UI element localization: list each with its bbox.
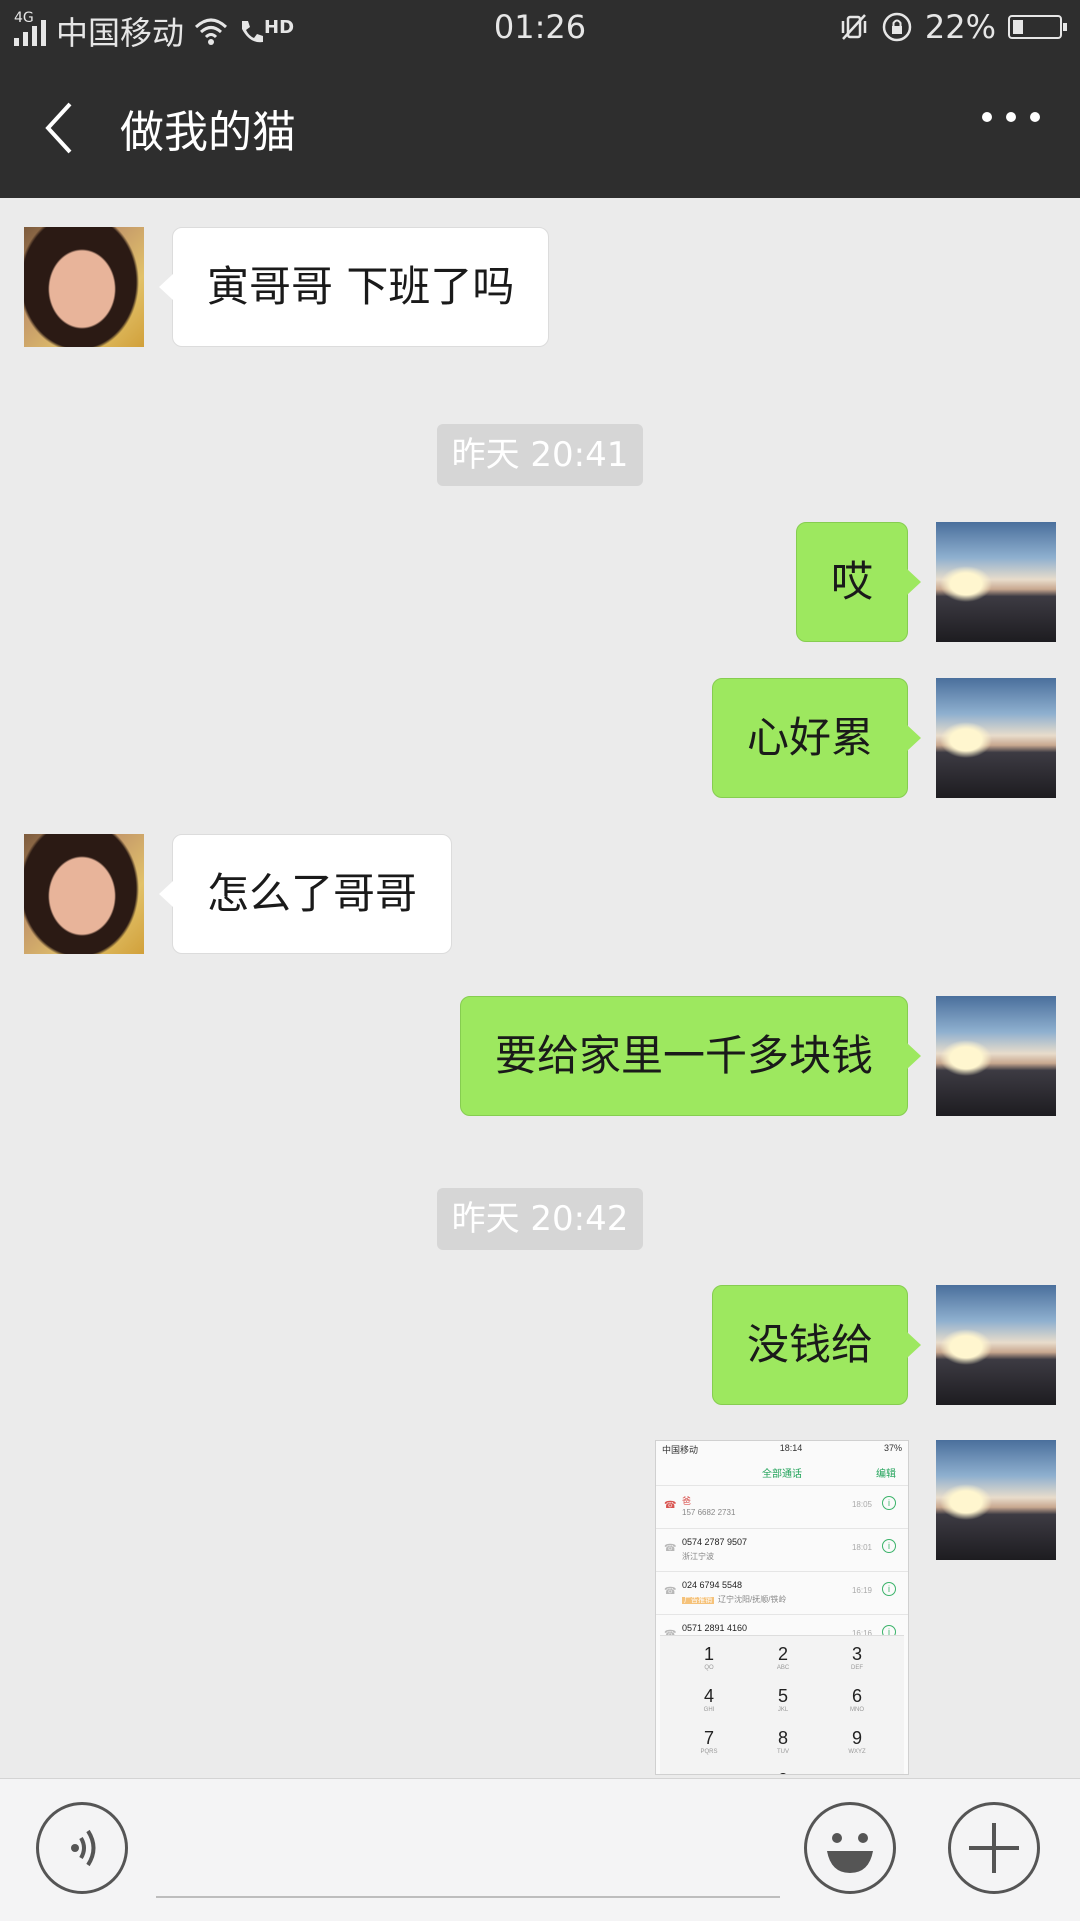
keypad-digit: 7: [703, 1728, 714, 1748]
keypad-key: 6 MNO: [822, 1686, 892, 1713]
more-functions-button[interactable]: [948, 1802, 1040, 1894]
keypad-letters: MNO: [850, 1707, 864, 1713]
dial-keypad: 1QO2ABC3DEF4GHI5JKL6MNO7PQRS8TUV9WXYZ0: [660, 1635, 904, 1774]
keypad-digit: 2: [777, 1644, 788, 1664]
keypad-letters: TUV: [777, 1749, 789, 1755]
screenshot-edit: 编辑: [876, 1469, 896, 1480]
keypad-letters: PQRS: [700, 1749, 718, 1755]
call-time: 16:19: [851, 1586, 872, 1595]
info-icon: i: [882, 1539, 896, 1553]
chat-header: 做我的猫: [0, 56, 1080, 198]
keypad-key: 3 DEF: [822, 1644, 892, 1671]
my-avatar[interactable]: [936, 1440, 1056, 1560]
spam-tag: 广告推销: [682, 1597, 714, 1604]
message-timestamp: 昨天 20:42: [437, 1188, 643, 1250]
screenshot-time: 18:14: [779, 1443, 803, 1453]
keypad-letters: GHI: [703, 1707, 715, 1713]
battery-fill: [1013, 20, 1023, 34]
call-row: ☎ 0574 2787 9507 浙江宁波 18:01 i: [656, 1528, 908, 1571]
keypad-digit: 8: [777, 1728, 788, 1748]
keypad-key: 0: [748, 1770, 818, 1774]
call-location: 浙江宁波: [682, 1552, 714, 1561]
incoming-message[interactable]: 怎么了哥哥: [158, 834, 453, 954]
image-message[interactable]: 中国移动 18:14 37% 全部通话 编辑 ☎ 爸 157 6682 2731…: [655, 1440, 909, 1775]
contact-avatar[interactable]: [24, 227, 144, 347]
status-bar: 4G 中国移动 HD 01:26 22%: [0, 0, 1080, 56]
phone-icon: ☎: [664, 1586, 677, 1597]
chat-title: 做我的猫: [120, 107, 296, 158]
call-location-row: 广告推销 辽宁沈阳/抚顺/铁岭: [682, 1594, 786, 1605]
input-bar: [0, 1778, 1080, 1921]
keypad-key: 5 JKL: [748, 1686, 818, 1713]
my-avatar[interactable]: [936, 1285, 1056, 1405]
outgoing-message[interactable]: 没钱给: [711, 1285, 922, 1405]
incoming-message[interactable]: 寅哥哥 下班了吗: [158, 227, 550, 347]
back-arrow-icon[interactable]: [40, 100, 80, 156]
keypad-key: 8 TUV: [748, 1728, 818, 1755]
info-icon: i: [882, 1582, 896, 1596]
rotation-lock-icon: [882, 12, 912, 42]
info-icon: i: [882, 1496, 896, 1510]
call-location: 辽宁沈阳/抚顺/铁岭: [718, 1595, 787, 1604]
call-number: 157 6682 2731: [682, 1508, 736, 1517]
plus-icon: [969, 1823, 1019, 1873]
outgoing-message[interactable]: 要给家里一千多块钱: [459, 996, 922, 1116]
keypad-key: 2 ABC: [748, 1644, 818, 1671]
screenshot-status-bar: 中国移动 18:14 37%: [656, 1441, 908, 1461]
phone-icon: ☎: [664, 1500, 677, 1511]
call-row: ☎ 024 6794 5548 广告推销 辽宁沈阳/抚顺/铁岭 16:19 i: [656, 1571, 908, 1614]
screenshot-battery: 37%: [883, 1443, 902, 1453]
keypad-digit: 3: [851, 1644, 862, 1664]
keypad-digit: 4: [703, 1686, 714, 1706]
battery-icon: [1008, 15, 1067, 39]
outgoing-message[interactable]: 哎: [795, 522, 922, 642]
call-name: 爸: [682, 1496, 692, 1506]
keypad-digit: 9: [851, 1728, 862, 1748]
keypad-digit: 5: [777, 1686, 788, 1706]
keypad-key: 7 PQRS: [674, 1728, 744, 1755]
emoji-button[interactable]: [804, 1802, 896, 1894]
keypad-digit: 6: [851, 1686, 862, 1706]
voice-icon: [71, 1829, 96, 1867]
keypad-letters: QO: [704, 1665, 714, 1671]
keypad-digit: 1: [703, 1644, 714, 1664]
more-options-icon[interactable]: [982, 112, 1040, 122]
emoji-icon: [827, 1833, 873, 1873]
phone-icon: ☎: [664, 1543, 677, 1554]
keypad-key: 9 WXYZ: [822, 1728, 892, 1755]
call-number: 0571 2891 4160: [682, 1623, 748, 1633]
screenshot-header: 全部通话 编辑: [656, 1461, 908, 1485]
screenshot-title: 全部通话: [762, 1469, 802, 1480]
screenshot-carrier: 中国移动: [662, 1445, 699, 1455]
my-avatar[interactable]: [936, 996, 1056, 1116]
message-input[interactable]: [156, 1896, 780, 1898]
keypad-key: 1 QO: [674, 1644, 744, 1671]
outgoing-message[interactable]: 心好累: [711, 678, 922, 798]
call-row: ☎ 爸 157 6682 2731 18:05 i: [656, 1485, 908, 1528]
vibrate-mute-icon: [841, 14, 867, 40]
message-timestamp: 昨天 20:41: [437, 424, 643, 486]
call-time: 18:01: [851, 1543, 872, 1552]
voice-button[interactable]: [36, 1802, 128, 1894]
call-number: 0574 2787 9507: [682, 1537, 748, 1547]
keypad-letters: DEF: [851, 1665, 863, 1671]
keypad-letters: WXYZ: [848, 1749, 866, 1755]
my-avatar[interactable]: [936, 678, 1056, 798]
battery-percent: 22%: [924, 8, 996, 46]
keypad-key: 4 GHI: [674, 1686, 744, 1713]
contact-avatar[interactable]: [24, 834, 144, 954]
keypad-digit: 0: [748, 1770, 818, 1774]
my-avatar[interactable]: [936, 522, 1056, 642]
keypad-letters: JKL: [777, 1707, 789, 1713]
keypad-letters: ABC: [776, 1665, 790, 1671]
call-time: 18:05: [851, 1500, 872, 1509]
call-number: 024 6794 5548: [682, 1580, 743, 1590]
